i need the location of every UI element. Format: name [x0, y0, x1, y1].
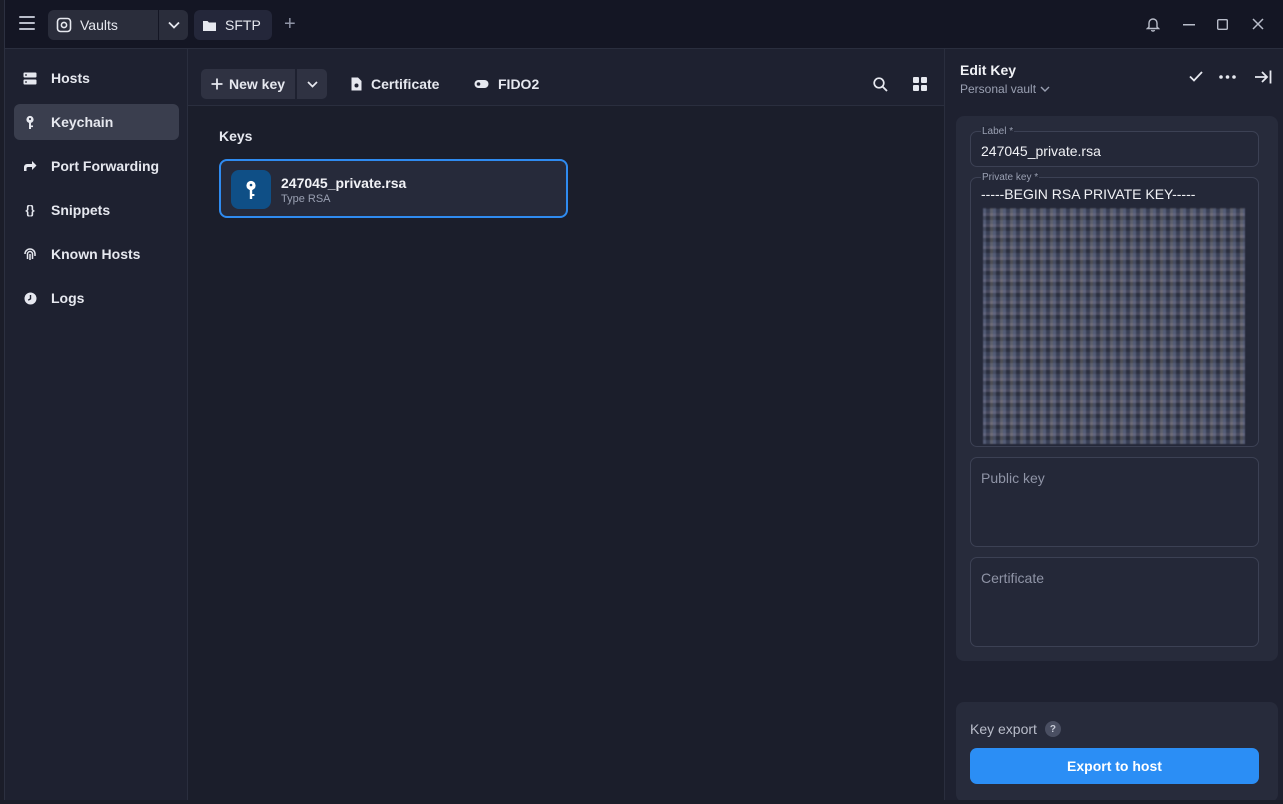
- certificate-button[interactable]: Certificate: [351, 69, 439, 99]
- sidebar-item-label: Hosts: [51, 70, 90, 86]
- more-options-icon[interactable]: [1219, 75, 1236, 79]
- checkmark-icon[interactable]: [1189, 71, 1203, 82]
- private-key-value: -----BEGIN RSA PRIVATE KEY-----: [981, 186, 1196, 202]
- certificate-icon: [351, 77, 362, 91]
- fido2-icon: [474, 80, 489, 88]
- key-icon: [231, 170, 271, 209]
- help-icon[interactable]: ?: [1044, 721, 1061, 737]
- keychain-toolbar: New key Certificate FIDO2: [188, 49, 944, 106]
- export-to-host-button[interactable]: Export to host: [970, 748, 1259, 784]
- edit-key-panel: Edit Key Personal vault Label * 247045_p…: [944, 49, 1283, 800]
- vault-name: Personal vault: [960, 82, 1037, 96]
- add-tab-icon[interactable]: +: [284, 14, 296, 34]
- panel-title: Edit Key: [960, 62, 1017, 78]
- app-window: Vaults SFTP + Hosts Keychain Port Forwar…: [4, 0, 1283, 800]
- sidebar-item-keychain[interactable]: Keychain: [14, 104, 179, 140]
- sidebar-item-snippets[interactable]: {} Snippets: [14, 192, 179, 228]
- key-export-label: Key export ?: [970, 721, 1061, 737]
- key-icon: [23, 115, 37, 129]
- public-key-field[interactable]: Public key: [970, 457, 1259, 547]
- grid-view-icon[interactable]: [913, 77, 927, 91]
- key-export-section: Key export ? Export to host: [956, 702, 1278, 800]
- hosts-icon: [23, 71, 37, 85]
- search-icon[interactable]: [873, 77, 888, 92]
- key-form: Label * 247045_private.rsa Private key *…: [956, 116, 1278, 661]
- vaults-dropdown-button[interactable]: [159, 10, 188, 40]
- sidebar-item-known-hosts[interactable]: Known Hosts: [14, 236, 179, 272]
- chevron-down-icon: [1040, 86, 1050, 92]
- tab-vaults-label: Vaults: [80, 17, 118, 33]
- certificate-field[interactable]: Certificate: [970, 557, 1259, 647]
- new-key-dropdown-button[interactable]: [297, 69, 327, 99]
- title-bar: Vaults SFTP +: [5, 0, 1283, 49]
- redacted-key-content: [983, 208, 1245, 444]
- certificate-label: Certificate: [371, 76, 440, 92]
- keychain-main: New key Certificate FIDO2 Keys 247045_pr…: [188, 49, 944, 800]
- clock-icon: [23, 291, 37, 305]
- tab-sftp[interactable]: SFTP: [194, 10, 272, 40]
- sidebar-item-label: Logs: [51, 290, 85, 306]
- key-card[interactable]: 247045_private.rsa Type RSA: [219, 159, 568, 218]
- key-card-type: Type RSA: [281, 193, 331, 205]
- sidebar-item-port-forwarding[interactable]: Port Forwarding: [14, 148, 179, 184]
- tab-sftp-label: SFTP: [225, 17, 261, 33]
- maximize-icon[interactable]: [1217, 19, 1228, 30]
- fido2-label: FIDO2: [498, 76, 540, 92]
- collapse-panel-icon[interactable]: [1254, 70, 1272, 84]
- sidebar-item-label: Snippets: [51, 202, 111, 218]
- sidebar-item-label: Keychain: [51, 114, 114, 130]
- fingerprint-icon: [23, 247, 37, 261]
- plus-icon: [211, 78, 223, 90]
- private-key-field-label: Private key *: [981, 172, 1040, 183]
- chevron-down-icon: [306, 80, 318, 88]
- fido2-button[interactable]: FIDO2: [474, 69, 539, 99]
- vault-icon: [56, 17, 72, 33]
- new-key-label: New key: [229, 76, 286, 92]
- public-key-placeholder: Public key: [981, 470, 1045, 486]
- private-key-field[interactable]: Private key * -----BEGIN RSA PRIVATE KEY…: [970, 172, 1259, 447]
- snippets-icon: {}: [25, 203, 35, 217]
- sidebar-item-hosts[interactable]: Hosts: [14, 60, 179, 96]
- key-export-text: Key export: [970, 721, 1037, 737]
- sidebar-item-label: Port Forwarding: [51, 158, 160, 174]
- bell-icon[interactable]: [1146, 16, 1160, 32]
- label-field-label: Label *: [981, 126, 1015, 137]
- sidebar: Hosts Keychain Port Forwarding {} Snippe…: [5, 49, 188, 800]
- sidebar-item-label: Known Hosts: [51, 246, 141, 262]
- folder-icon: [203, 20, 216, 31]
- certificate-placeholder: Certificate: [981, 570, 1045, 586]
- new-key-button[interactable]: New key: [201, 69, 295, 99]
- close-icon[interactable]: [1252, 18, 1264, 30]
- minimize-icon[interactable]: [1183, 24, 1195, 26]
- label-field[interactable]: Label * 247045_private.rsa: [970, 126, 1259, 167]
- hamburger-menu-icon[interactable]: [19, 16, 35, 30]
- key-card-name: 247045_private.rsa: [281, 175, 407, 191]
- sidebar-item-logs[interactable]: Logs: [14, 280, 179, 316]
- port-forwarding-icon: [23, 159, 37, 173]
- label-field-value: 247045_private.rsa: [981, 143, 1101, 159]
- tab-vaults[interactable]: Vaults: [48, 10, 158, 40]
- keys-section-title: Keys: [219, 128, 253, 144]
- chevron-down-icon: [167, 21, 180, 29]
- vault-selector[interactable]: Personal vault: [960, 82, 1050, 96]
